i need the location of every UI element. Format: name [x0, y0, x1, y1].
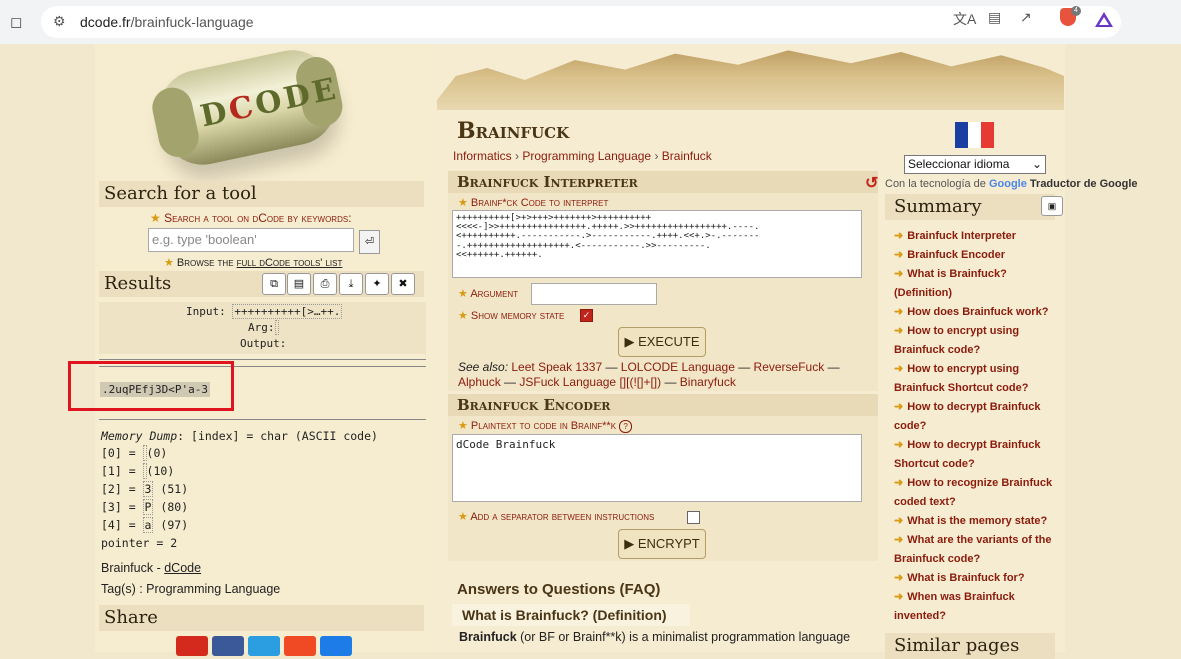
browser-toolbar: ◻ ⚙ dcode.fr/brainfuck-language 文A ▤ ↗ 4 [0, 0, 1181, 44]
see-also-link[interactable]: Binaryfuck [680, 375, 736, 389]
close-icon[interactable]: ✖ [391, 273, 415, 295]
download-icon[interactable]: ⤓ [339, 273, 363, 295]
separator-checkbox[interactable] [687, 511, 700, 524]
breadcrumb-item[interactable]: Informatics [453, 149, 512, 163]
help-icon[interactable]: ? [619, 420, 633, 433]
site-settings-icon[interactable]: ⚙ [53, 13, 66, 30]
input-row: Input: ++++++++++[>…++. [186, 304, 343, 319]
memory-row: [4] = a (97) [101, 517, 189, 533]
faq-question: What is Brainfuck? (Definition) [452, 604, 690, 626]
search-input[interactable]: e.g. type 'boolean' [148, 228, 354, 252]
divider [99, 419, 426, 420]
search-label: ★ Search a tool on dCode by keywords: [150, 211, 352, 225]
print-icon[interactable]: ⎙ [313, 273, 337, 295]
search-heading: Search for a tool [99, 181, 424, 207]
copy-all-icon[interactable]: ▤ [287, 273, 311, 295]
summary-item[interactable]: ➜ What is Brainfuck? (Definition) [894, 265, 1060, 303]
breadcrumb-item[interactable]: Programming Language [522, 149, 651, 163]
share-icon[interactable]: ↗ [1020, 9, 1032, 26]
memory-row: [3] = P (80) [101, 499, 189, 515]
faq-heading: Answers to Questions (FAQ) [457, 581, 661, 598]
encoder-heading: Brainfuck Encoder [448, 394, 878, 416]
pointer-value: pointer = 2 [101, 536, 178, 550]
divider [99, 359, 426, 360]
highlight-box [68, 361, 234, 411]
see-also-link[interactable]: Leet Speak 1337 [511, 360, 602, 374]
see-also-link[interactable]: ReverseFuck [754, 360, 825, 374]
code-label: ★ Brainf*ck Code to interpret [458, 197, 609, 209]
see-also: See also: Leet Speak 1337 — LOLCODE Lang… [458, 360, 840, 389]
argument-label: ★ Argument [458, 288, 519, 300]
summary-item[interactable]: ➜ How does Brainfuck work? [894, 303, 1060, 322]
memory-state-checkbox[interactable]: ✓ [580, 309, 593, 322]
breadcrumb: Informatics › Programming Language › Bra… [453, 149, 712, 163]
star-icon: ★ [150, 211, 165, 225]
memory-dump-title: Memory Dump: [index] = char (ASCII code) [101, 429, 378, 443]
memory-row: [0] = (0) [101, 445, 168, 461]
collapse-icon[interactable]: ▣ [1041, 196, 1063, 216]
arg-row: Arg: [248, 320, 279, 335]
reddit-icon[interactable] [284, 636, 316, 656]
summary-item[interactable]: ➜ What is Brainfuck for? [894, 569, 1060, 588]
browse-tools-link[interactable]: ★ Browse the full dCode tools' list [164, 256, 342, 269]
bookmark-icon[interactable]: ◻ [10, 13, 26, 31]
similar-pages-heading: Similar pages [885, 633, 1055, 659]
brave-rewards-icon[interactable] [1095, 12, 1113, 27]
output-row: Output: [240, 337, 287, 350]
twitter-icon[interactable] [248, 636, 280, 656]
plaintext-label: ★ Plaintext to code in Brainf**k ? [458, 419, 633, 433]
interpreter-heading: Brainfuck Interpreter [448, 171, 878, 193]
shield-count-badge: 4 [1071, 6, 1081, 16]
summary-item[interactable]: ➜ Brainfuck Encoder [894, 246, 1060, 265]
results-footer: Brainfuck - dCode [101, 561, 202, 575]
facebook-icon[interactable] [212, 636, 244, 656]
star-icon: ★ [164, 257, 177, 269]
french-flag-icon[interactable] [955, 122, 994, 148]
summary-item[interactable]: ➜ How to encrypt using Brainfuck code? [894, 322, 1060, 360]
cryptex-image: DCODE [148, 42, 347, 173]
faq-answer: Brainfuck (or BF or Brainf**k) is a mini… [459, 630, 851, 644]
url-text: dcode.fr/brainfuck-language [80, 14, 254, 30]
search-go-button[interactable]: ⏎ [359, 230, 380, 254]
summary-item[interactable]: ➜ How to encrypt using Brainfuck Shortcut… [894, 360, 1060, 398]
summary-item[interactable]: ➜ Brainfuck Interpreter [894, 227, 1060, 246]
page-title: Brainfuck [457, 118, 570, 144]
email-icon[interactable] [320, 636, 352, 656]
chevron-down-icon: ⌄ [1031, 157, 1042, 171]
share-heading: Share [99, 605, 424, 631]
summary-item[interactable]: ➜ What are the variants of the Brainfuck … [894, 531, 1060, 569]
see-also-link[interactable]: JSFuck Language [][(![]+[]) [519, 375, 661, 389]
breadcrumb-item[interactable]: Brainfuck [662, 149, 712, 163]
summary-item[interactable]: ➜ How to recognize Brainfuck coded text? [894, 474, 1060, 512]
separator-label: ★ Add a separator between instructions [458, 511, 655, 523]
memory-row: [1] = (10) [101, 463, 175, 479]
see-also-link[interactable]: Alphuck [458, 375, 501, 389]
code-textarea[interactable]: ++++++++++[>+>+++>+++++++>++++++++++ <<<… [452, 210, 862, 278]
dcode-logo[interactable]: DCODE [130, 42, 360, 173]
share-plus-icon[interactable] [176, 636, 208, 656]
language-select[interactable]: Seleccionar idioma ⌄ [904, 155, 1046, 174]
execute-button[interactable]: ▶ EXECUTE [618, 327, 706, 357]
pin-icon[interactable]: ✦ [365, 273, 389, 295]
see-also-link[interactable]: LOLCODE Language [621, 360, 735, 374]
summary-item[interactable]: ➜ How to decrypt Brainfuck Shortcut code? [894, 436, 1060, 474]
reader-mode-icon[interactable]: ▤ [988, 9, 1001, 26]
encrypt-button[interactable]: ▶ ENCRYPT [618, 529, 706, 559]
summary-item[interactable]: ➜ When was Brainfuck invented? [894, 588, 1060, 626]
summary-heading: Summary [885, 194, 1055, 220]
summary-item[interactable]: ➜ How to decrypt Brainfuck code? [894, 398, 1060, 436]
dcode-link[interactable]: dCode [164, 561, 201, 575]
summary-item[interactable]: ➜ What is the memory state? [894, 512, 1060, 531]
argument-input[interactable] [531, 283, 657, 305]
memory-row: [2] = 3 (51) [101, 481, 189, 497]
plaintext-textarea[interactable]: dCode Brainfuck [452, 434, 862, 502]
memory-state-label: ★ Show memory state [458, 310, 565, 322]
summary-list: ➜ Brainfuck Interpreter ➜ Brainfuck Encode… [894, 227, 1060, 626]
reset-icon[interactable]: ↺ [865, 173, 878, 193]
tags-text: Tag(s) : Programming Language [101, 582, 281, 596]
translate-icon[interactable]: 文A [953, 9, 976, 29]
copy-icon[interactable]: ⧉ [262, 273, 286, 295]
google-translate-credit: Con la tecnología de Google Traductor de… [885, 178, 1138, 190]
